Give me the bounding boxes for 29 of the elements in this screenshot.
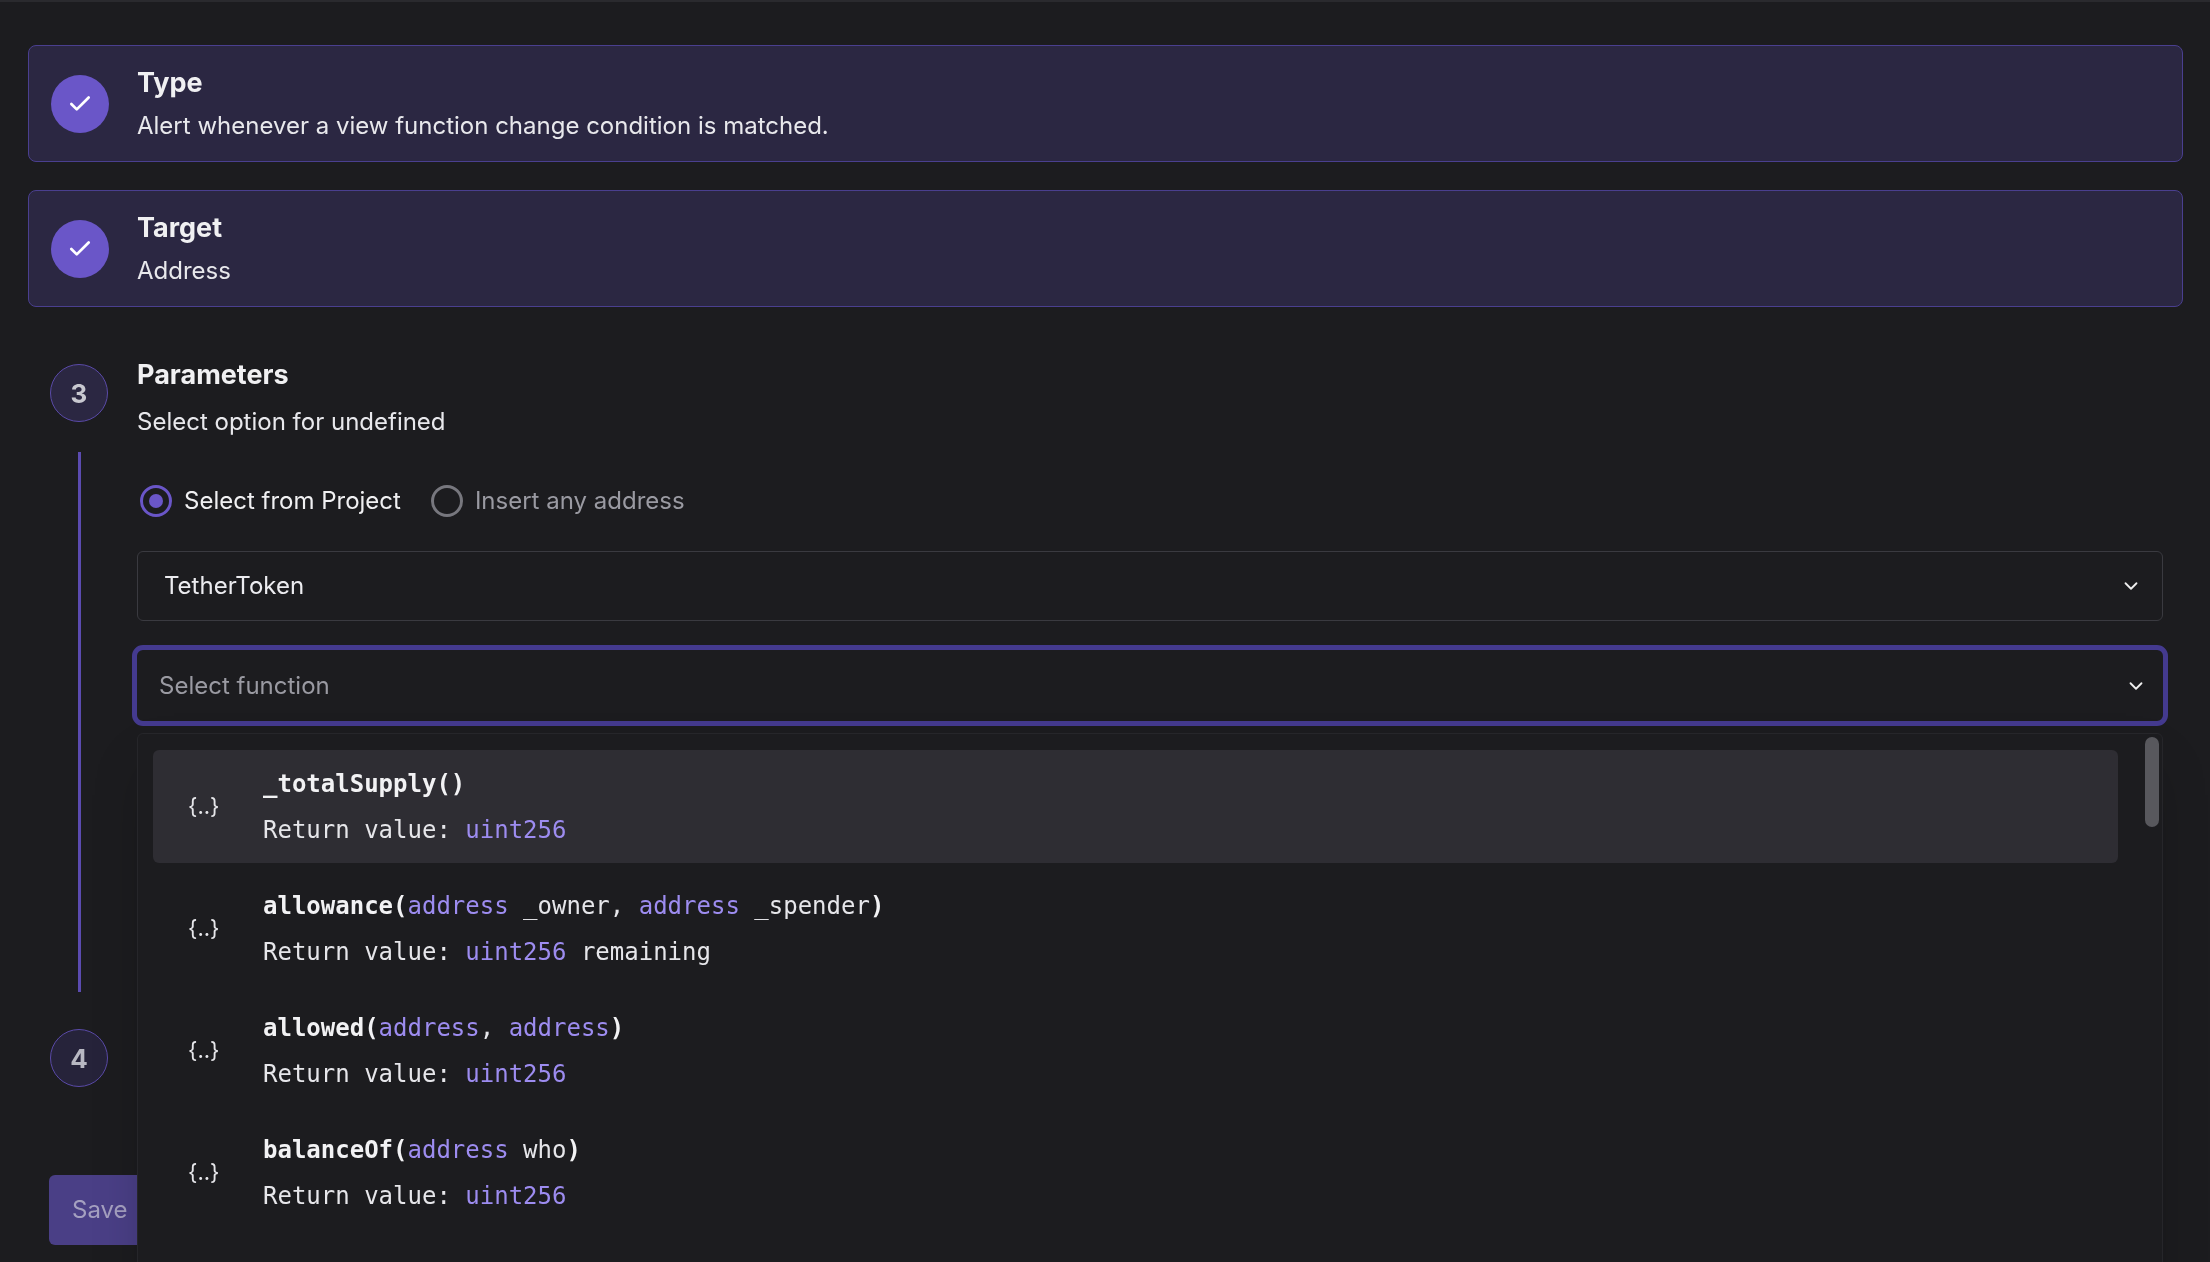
step-card[interactable]: Type Alert whenever a view function change condition is matched.: [28, 45, 2183, 162]
function-signature: allowance(address _owner, address _spender): [263, 890, 885, 922]
function-icon: {..}: [188, 790, 228, 823]
function-icon: {..}: [188, 912, 228, 945]
return-value: Return value: uint256: [263, 1058, 568, 1090]
radio-option[interactable]: Select from Project: [140, 483, 401, 519]
function-signature: _totalSupply(): [263, 768, 467, 800]
step-number: 4: [50, 1029, 108, 1087]
step-description: Select option for undefined: [137, 407, 447, 437]
return-value: Return value: uint256: [263, 814, 567, 846]
function-signature: allowed(address, address): [263, 1012, 625, 1044]
step-description: Alert whenever a view function change condition is matched.: [137, 110, 829, 141]
function-option[interactable]: {..} allowed(address, address) Return value: uint256: [153, 994, 2118, 1107]
function-option[interactable]: {..} allowance(address _owner, address _spender) Return value: uint256 remaining: [153, 872, 2118, 985]
function-signature: balanceOf(address who): [263, 1134, 581, 1166]
function-icon: {..}: [188, 1034, 228, 1067]
step-title: Target: [137, 211, 224, 244]
scrollbar[interactable]: [2145, 737, 2159, 827]
step-card[interactable]: Target Address: [28, 190, 2183, 307]
return-value: Return value: uint256 remaining: [263, 936, 712, 968]
function-icon: {..}: [188, 1156, 228, 1189]
step-number: 3: [50, 364, 108, 422]
contract-select[interactable]: TetherToken: [137, 551, 2163, 621]
function-option[interactable]: {..} _totalSupply() Return value: uint256: [153, 750, 2118, 863]
step-title: Type: [137, 66, 204, 99]
radio-option[interactable]: Insert any address: [430, 483, 685, 519]
step-title: Parameters: [137, 359, 290, 391]
step-description: Address: [137, 255, 231, 286]
return-value: Return value: uint256: [263, 1180, 568, 1212]
